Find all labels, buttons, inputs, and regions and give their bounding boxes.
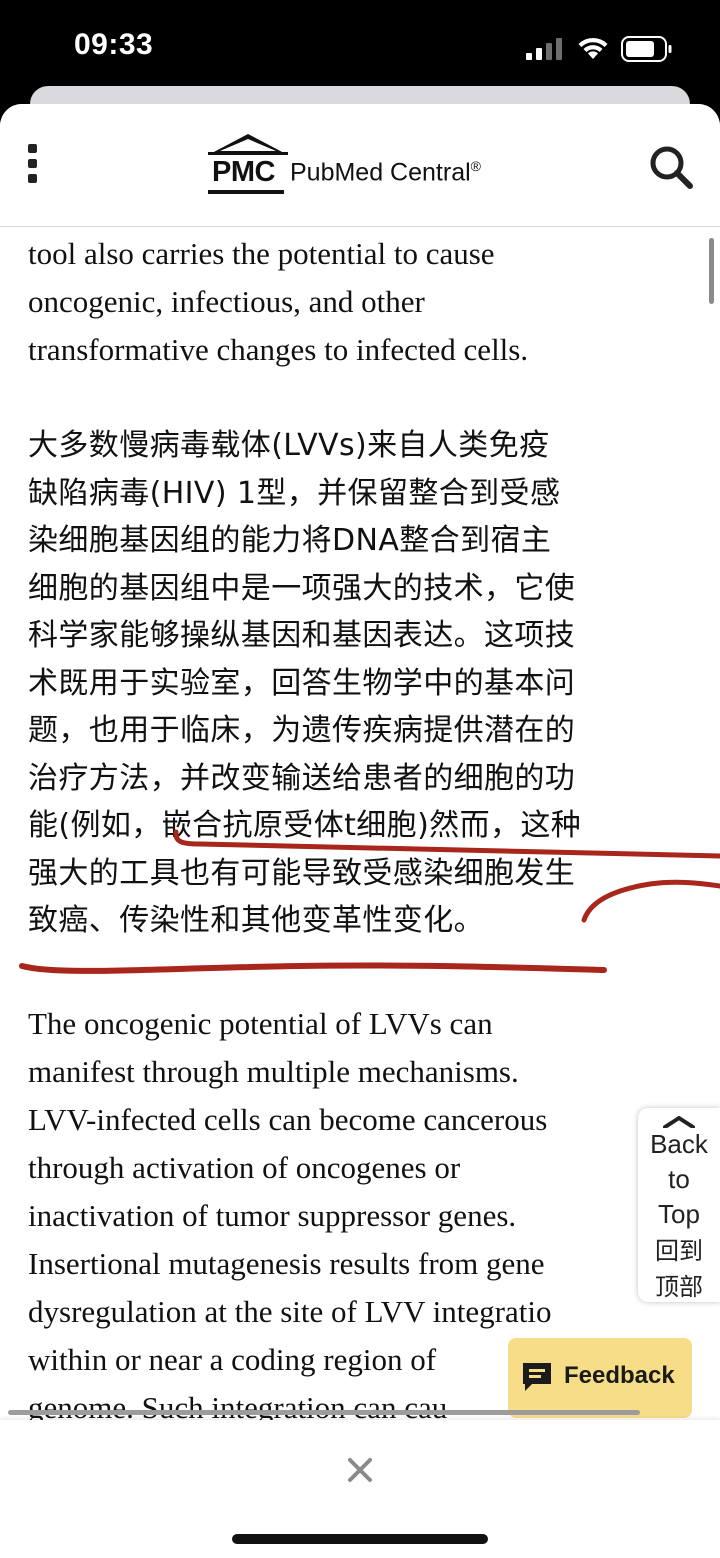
back-to-top-button[interactable]: Back to Top 回到 顶部 [638,1108,720,1302]
back-to-top-label: Back [650,1129,708,1159]
pmc-logo[interactable]: PMC PubMed Central® [206,132,526,198]
text-line: 强大的工具也有可能导致受感染细胞发生 [28,855,576,891]
signal-icon [526,38,562,60]
search-icon[interactable] [648,144,694,190]
text-line: 细胞的基因组中是一项强大的技术，它使 [28,570,576,606]
text-line: 缺陷病毒(HIV) 1型，并保留整合到受感 [28,475,561,511]
paragraph-english-2: The oncogenic potential of LVVs can mani… [28,1000,551,1432]
menu-icon[interactable] [24,144,42,184]
status-time: 09:33 [74,28,154,61]
text-line: dysregulation at the site of LVV integra… [28,1294,552,1329]
text-line: oncogenic, infectious, and other [28,284,425,319]
logo-underline [208,190,284,194]
paragraph-chinese-translation: 大多数慢病毒载体(LVVs)来自人类免疫 缺陷病毒(HIV) 1型，并保留整合到… [28,422,581,945]
paragraph-english-1: tool also carries the potential to cause… [28,230,528,374]
logo-name: PubMed Central® [290,158,481,187]
text-line: 科学家能够操纵基因和基因表达。这项技 [28,618,576,653]
logo-registered-mark: ® [470,158,481,174]
home-indicator[interactable] [232,1534,488,1544]
browser-sheet: PMC PubMed Central® tool also carries th… [0,104,720,1558]
site-header: PMC PubMed Central® [0,104,720,227]
status-bar: 09:33 [0,0,720,96]
battery-icon [621,36,672,62]
text-line: Insertional mutagenesis results from gen… [28,1246,545,1281]
text-line: The oncogenic potential of LVVs can [28,1006,493,1041]
text-line: inactivation of tumor suppressor genes. [28,1198,517,1233]
back-to-top-label: to [668,1164,690,1194]
back-to-top-label-zh: 回到 [655,1237,703,1265]
text-line: manifest through multiple mechanisms. [28,1054,519,1089]
logo-abbr: PMC [212,156,275,188]
text-line: through activation of oncogenes or [28,1150,461,1185]
logo-roof-icon [208,134,288,155]
feedback-button[interactable]: Feedback [508,1338,692,1418]
back-to-top-label: Top [658,1199,700,1229]
text-line: 术既用于实验室，回答生物学中的基本问 [28,665,576,701]
text-line: LVV-infected cells can become cancerous [28,1102,548,1137]
text-line: 能(例如，嵌合抗原受体t细胞)然而，这种 [28,808,582,843]
chat-bubble-icon [523,1363,551,1391]
feedback-label: Feedback [564,1362,675,1389]
text-line: tool also carries the potential to cause [28,236,495,271]
text-line: 大多数慢病毒载体(LVVs)来自人类免疫 [28,428,550,463]
vertical-scrollbar[interactable] [709,238,714,304]
text-line: 治疗方法，并改变输送给患者的细胞的功 [28,760,576,796]
back-to-top-label-zh: 顶部 [655,1273,703,1301]
close-icon[interactable] [342,1452,378,1488]
wifi-icon [578,37,608,59]
horizontal-scrollbar[interactable] [8,1410,640,1415]
text-line: 题，也用于临床，为遗传疾病提供潜在的 [28,713,576,748]
text-line: within or near a coding region of [28,1342,437,1377]
logo-name-text: PubMed Central [290,158,471,187]
text-line: transformative changes to infected cells… [28,332,529,367]
text-line: 致癌、传染性和其他变革性变化。 [28,903,484,938]
text-line: 染细胞基因组的能力将DNA整合到宿主 [28,523,552,558]
